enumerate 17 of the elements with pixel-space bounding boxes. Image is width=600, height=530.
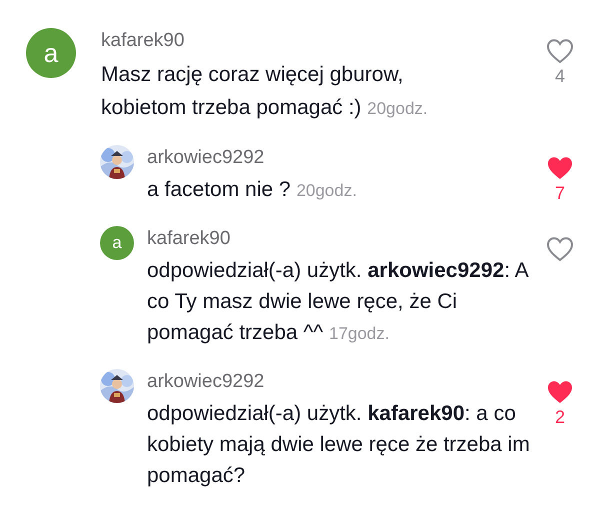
username[interactable]: arkowiec9292 xyxy=(147,145,540,171)
username[interactable]: kafarek90 xyxy=(147,226,540,252)
heart-icon[interactable] xyxy=(546,155,574,181)
user-avatar[interactable]: a xyxy=(26,28,76,78)
like-count: 4 xyxy=(554,65,565,88)
like-count: 7 xyxy=(554,182,565,205)
heart-icon[interactable] xyxy=(546,38,574,64)
comment-text: Masz rację coraz więcej gburow, kobietom trzeba pomagać :) 20godz. xyxy=(101,62,429,121)
heart-icon[interactable] xyxy=(546,236,574,262)
username[interactable]: kafarek90 xyxy=(101,28,540,54)
comment-text: a facetom nie ? 20godz. xyxy=(147,177,358,203)
like-count: 2 xyxy=(554,406,565,429)
heart-icon[interactable] xyxy=(546,379,574,405)
user-avatar[interactable]: a xyxy=(100,226,134,260)
comment-text: odpowiedział(-a) użytk. kafarek90: a co kobiety mają dwie lewe ręce że trzeba im pomagać? xyxy=(147,401,531,489)
comment-text: odpowiedział(-a) użytk. arkowiec9292: A co Ty masz dwie lewe ręce, że Ci pomagać trzeba ^^ 17godz. xyxy=(147,258,530,346)
username[interactable]: arkowiec9292 xyxy=(147,369,540,395)
